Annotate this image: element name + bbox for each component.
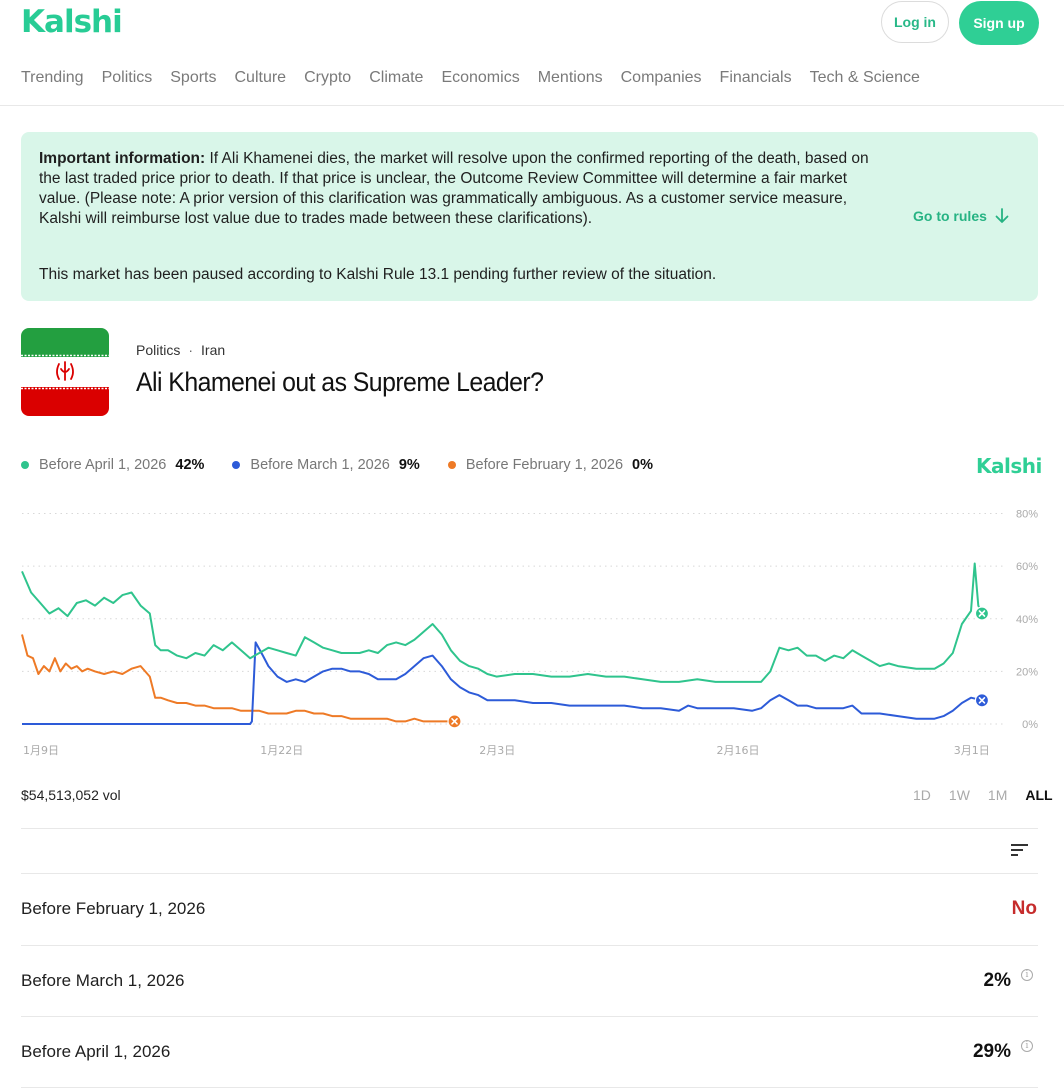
- legend-item-april[interactable]: Before April 1, 2026 42%: [21, 457, 204, 473]
- iran-flag-image: [21, 328, 109, 416]
- outcome-label-february[interactable]: Before February 1, 2026: [21, 899, 205, 919]
- nav-item-crypto[interactable]: Crypto: [304, 69, 351, 87]
- info-icon[interactable]: i: [1021, 969, 1033, 981]
- price-chart[interactable]: 80% 60% 40% 20% 0% 1月9日 1月22日 2月3日 2月16日 3月1日: [0, 500, 1064, 765]
- legend-dot-march: [232, 461, 241, 469]
- divider: [21, 1016, 1038, 1017]
- legend-label-march: Before March 1, 2026: [250, 457, 390, 473]
- y-tick-label: 20%: [1016, 666, 1038, 678]
- y-tick-label: 60%: [1016, 561, 1038, 573]
- nav-item-culture[interactable]: Culture: [235, 69, 287, 87]
- nav-item-economics[interactable]: Economics: [441, 69, 519, 87]
- legend-value-march: 9%: [398, 457, 420, 473]
- legend-value-april: 42%: [175, 457, 205, 473]
- divider: [21, 828, 1038, 829]
- x-tick-label: 2月16日: [717, 744, 760, 757]
- go-to-rules-link[interactable]: Go to rules: [913, 208, 1009, 224]
- outcome-label-march[interactable]: Before March 1, 2026: [21, 971, 184, 991]
- range-1w[interactable]: 1W: [949, 787, 970, 803]
- nav-item-sports[interactable]: Sports: [170, 69, 216, 87]
- x-tick-label: 1月9日: [23, 744, 59, 757]
- x-tick-label: 1月22日: [260, 744, 303, 757]
- nav-item-trending[interactable]: Trending: [21, 69, 84, 87]
- nav-item-politics[interactable]: Politics: [102, 69, 153, 87]
- login-button[interactable]: Log in: [881, 1, 949, 43]
- important-info-banner: Important information: If Ali Khamenei d…: [21, 132, 1038, 301]
- info-text: Important information: If Ali Khamenei d…: [39, 149, 889, 229]
- time-range-selector: 1D 1W 1M ALL: [913, 787, 1053, 803]
- breadcrumb-subcategory[interactable]: Iran: [201, 342, 225, 358]
- category-nav: Trending Politics Sports Culture Crypto …: [21, 69, 938, 87]
- x-tick-label: 3月1日: [954, 744, 990, 757]
- legend-label-february: Before February 1, 2026: [465, 457, 624, 473]
- nav-item-mentions[interactable]: Mentions: [538, 69, 603, 87]
- chart-legend: Before April 1, 2026 42% Before March 1,…: [21, 457, 681, 473]
- y-tick-label: 0%: [1022, 719, 1038, 731]
- divider: [21, 873, 1038, 874]
- outcome-value-march: 2%: [983, 970, 1011, 991]
- range-1d[interactable]: 1D: [913, 787, 931, 803]
- market-title: Ali Khamenei out as Supreme Leader?: [136, 367, 544, 397]
- legend-item-march[interactable]: Before March 1, 2026 9%: [232, 457, 420, 473]
- nav-item-tech-science[interactable]: Tech & Science: [810, 69, 920, 87]
- legend-dot-april: [21, 461, 29, 469]
- range-1m[interactable]: 1M: [988, 787, 1007, 803]
- volume-label: $54,513,052 vol: [21, 787, 121, 803]
- info-icon[interactable]: i: [1021, 1040, 1033, 1052]
- paused-notice: This market has been paused according to…: [39, 266, 717, 283]
- breadcrumb-category[interactable]: Politics: [136, 342, 180, 358]
- legend-label-april: Before April 1, 2026: [39, 457, 167, 473]
- signup-button[interactable]: Sign up: [959, 1, 1039, 45]
- y-tick-label: 80%: [1016, 509, 1038, 521]
- kalshi-logo[interactable]: Kalshi: [21, 4, 123, 40]
- outcome-value-april: 29%: [972, 1041, 1011, 1062]
- divider: [21, 945, 1038, 946]
- outcome-value-february: No: [1011, 898, 1037, 919]
- x-tick-label: 2月3日: [479, 744, 515, 757]
- breadcrumb: Politics · Iran: [136, 342, 226, 358]
- go-to-rules-label: Go to rules: [913, 208, 987, 224]
- nav-item-climate[interactable]: Climate: [369, 69, 423, 87]
- sort-icon[interactable]: [1010, 842, 1030, 858]
- nav-divider: [0, 105, 1064, 106]
- arrow-down-icon: [995, 208, 1009, 223]
- divider: [21, 1087, 1038, 1088]
- info-heading: Important information:: [39, 150, 206, 167]
- range-all[interactable]: ALL: [1025, 787, 1052, 803]
- outcome-label-april[interactable]: Before April 1, 2026: [21, 1042, 170, 1062]
- nav-item-financials[interactable]: Financials: [720, 69, 792, 87]
- y-tick-label: 40%: [1016, 614, 1038, 626]
- legend-item-february[interactable]: Before February 1, 2026 0%: [447, 457, 653, 473]
- series-line: [21, 562, 983, 683]
- legend-value-february: 0%: [632, 457, 653, 473]
- chart-watermark: Kalshi: [976, 454, 1042, 478]
- legend-dot-february: [447, 461, 456, 469]
- nav-item-companies[interactable]: Companies: [621, 69, 702, 87]
- series-line: [22, 641, 983, 725]
